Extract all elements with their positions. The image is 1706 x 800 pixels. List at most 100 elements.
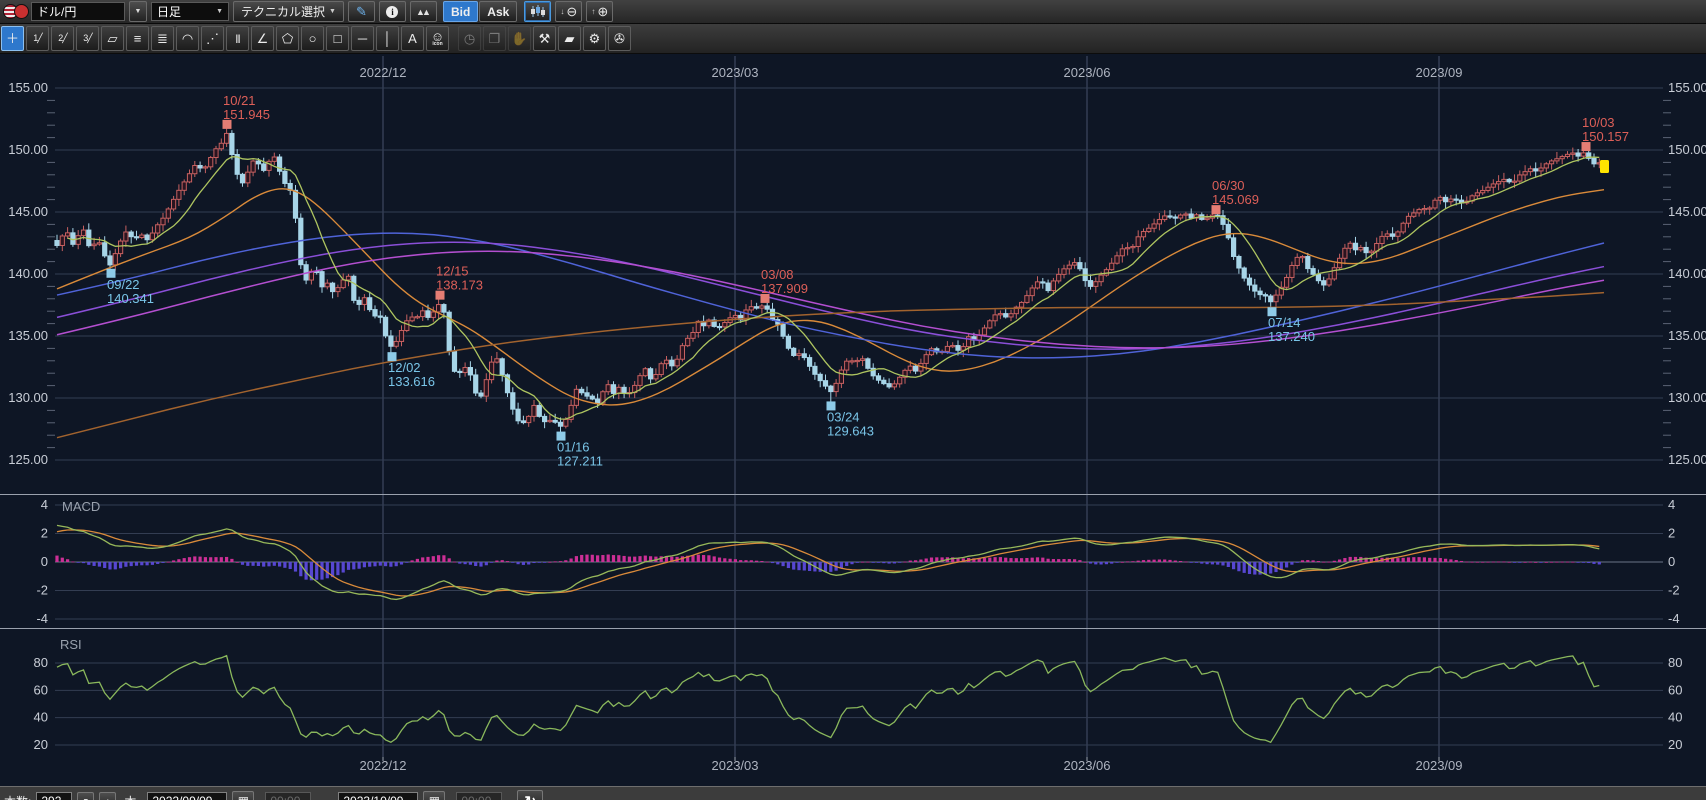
wrench-tool[interactable]: ⚒ (533, 26, 556, 51)
pair-dropdown-button[interactable]: ▼ (129, 1, 147, 22)
zoom-out-button[interactable]: ↓ ⊖ (555, 1, 582, 22)
svg-text:145.00: 145.00 (8, 204, 48, 219)
fibonacci-arc-tool[interactable]: ◠ (176, 26, 199, 51)
svg-text:06/30: 06/30 (1212, 178, 1245, 193)
pair-select[interactable]: ドル/円 (31, 2, 125, 21)
text-tool[interactable]: A (401, 26, 424, 51)
vertical-lines-tool-icon: ||| (235, 34, 239, 43)
date-from-input[interactable]: 2022/09/09 (147, 792, 227, 800)
info-button[interactable]: i (379, 1, 406, 22)
chevron-down-icon: ▼ (216, 8, 223, 15)
history-tool-icon: ◷ (464, 32, 475, 45)
trendline-3-tool[interactable]: 3╱ (76, 26, 99, 51)
fibonacci-arc-tool-icon: ◠ (182, 32, 193, 45)
chart-canvas[interactable]: 2022/122022/122023/032023/032023/062023/… (0, 0, 1706, 800)
trendline-1-tool[interactable]: 1╱ (26, 26, 49, 51)
svg-text:2023/06: 2023/06 (1064, 65, 1111, 80)
angle-line-tool[interactable]: ∠ (251, 26, 274, 51)
history-tool[interactable]: ◷ (458, 26, 481, 51)
up-arrow-icon: ↑ (591, 7, 595, 16)
svg-text:MACD: MACD (62, 499, 100, 514)
time-from-input: 00:00 (265, 792, 311, 800)
circle-tool-icon: ○ (309, 32, 317, 45)
svg-text:03/24: 03/24 (827, 409, 860, 424)
text-tool-icon: A (408, 32, 417, 45)
svg-text:12/15: 12/15 (436, 264, 469, 279)
date-to-input[interactable]: 2023/10/09 (338, 792, 418, 800)
technical-select-label: テクニカル選択 (241, 3, 325, 20)
svg-text:2022/12: 2022/12 (360, 65, 407, 80)
bid-button[interactable]: Bid (443, 1, 478, 22)
svg-text:60: 60 (34, 682, 48, 697)
svg-text:80: 80 (34, 655, 48, 670)
svg-text:2023/03: 2023/03 (712, 65, 759, 80)
wrench-tool-icon: ⚒ (539, 32, 551, 45)
calendar-icon: ▦ (238, 794, 249, 800)
svg-text:0: 0 (1668, 554, 1675, 569)
top-toolbar: ドル/円 ▼ 日足 ▼ テクニカル選択 ▼ ✎ i ▲▲ Bid Ask (0, 0, 1706, 24)
candlestick-chart-icon (530, 5, 546, 18)
vertical-line-tool[interactable]: │ (376, 26, 399, 51)
multi-horizontal-lines-tool[interactable]: ≣ (151, 26, 174, 51)
current-price-marker (1600, 160, 1609, 173)
link-tool[interactable]: ✇ (608, 26, 631, 51)
svg-text:140.00: 140.00 (8, 266, 48, 281)
svg-text:60: 60 (1668, 682, 1682, 697)
svg-text:40: 40 (34, 710, 48, 725)
rectangle-tool[interactable]: □ (326, 26, 349, 51)
multi-horizontal-lines-tool-icon: ≣ (157, 32, 168, 45)
svg-text:150.00: 150.00 (8, 142, 48, 157)
timeframe-select[interactable]: 日足 ▼ (151, 2, 229, 21)
area-chart-button[interactable]: ▲▲ (410, 1, 437, 22)
down-arrow-icon: ↓ (560, 7, 564, 16)
eraser-tool[interactable]: ▰ (558, 26, 581, 51)
copy-tool[interactable]: ❐ (483, 26, 506, 51)
icon-stamp-tool[interactable]: ☺icon (426, 26, 449, 51)
svg-text:135.00: 135.00 (8, 328, 48, 343)
calendar-to-button[interactable]: ▦ (423, 791, 445, 800)
bar-count-input[interactable]: 292 (36, 792, 72, 800)
svg-text:4: 4 (41, 497, 48, 512)
svg-text:137.240: 137.240 (1268, 329, 1315, 344)
polygon-tool[interactable]: ⬠ (276, 26, 299, 51)
svg-text:125.00: 125.00 (8, 452, 48, 467)
bar-count-decrease-button[interactable]: ▼ (77, 792, 94, 800)
draw-mode-button[interactable]: ✎ (348, 1, 375, 22)
svg-text:145.00: 145.00 (1668, 204, 1706, 219)
svg-text:-2: -2 (1668, 583, 1680, 598)
eraser-tool-icon: ▰ (565, 32, 575, 45)
parallel-lines-tool-icon: ≡ (134, 32, 142, 45)
parallel-lines-tool[interactable]: ≡ (126, 26, 149, 51)
settings-tool[interactable]: ⚙ (583, 26, 606, 51)
circle-tool[interactable]: ○ (301, 26, 324, 51)
reload-button[interactable]: ↻ (517, 790, 543, 800)
zoom-in-button[interactable]: ↑ ⊕ (586, 1, 613, 22)
crosshair-tool[interactable]: ＋ (1, 26, 24, 51)
polygon-tool-icon: ⬠ (282, 32, 293, 45)
svg-text:150.157: 150.157 (1582, 129, 1629, 144)
ruler-tool[interactable]: ▱ (101, 26, 124, 51)
svg-text:2: 2 (1668, 526, 1675, 541)
vertical-lines-tool[interactable]: ||| (226, 26, 249, 51)
svg-text:RSI: RSI (60, 637, 82, 652)
horizontal-line-tool[interactable]: ─ (351, 26, 374, 51)
ask-button[interactable]: Ask (479, 1, 517, 22)
calendar-from-button[interactable]: ▦ (232, 791, 254, 800)
svg-text:07/14: 07/14 (1268, 315, 1301, 330)
svg-text:151.945: 151.945 (223, 107, 270, 122)
svg-text:125.00: 125.00 (1668, 452, 1706, 467)
zoom-in-icon: ⊕ (597, 4, 608, 20)
trendline-2-tool[interactable]: 2╱ (51, 26, 74, 51)
fibonacci-fan-tool-icon: ⋰ (206, 32, 219, 45)
fibonacci-fan-tool[interactable]: ⋰ (201, 26, 224, 51)
svg-text:150.00: 150.00 (1668, 142, 1706, 157)
svg-text:140.00: 140.00 (1668, 266, 1706, 281)
hand-tool[interactable]: ✋ (508, 26, 531, 51)
technical-select-button[interactable]: テクニカル選択 ▼ (233, 1, 344, 22)
settings-tool-icon: ⚙ (589, 32, 601, 45)
bar-count-increase-button[interactable]: ▲ (99, 792, 116, 800)
japan-flag-icon (14, 4, 29, 19)
candle-chart-button[interactable] (524, 1, 551, 22)
icon-stamp-tool-sublabel: icon (432, 42, 442, 47)
time-to-input: 00:00 (456, 792, 502, 800)
